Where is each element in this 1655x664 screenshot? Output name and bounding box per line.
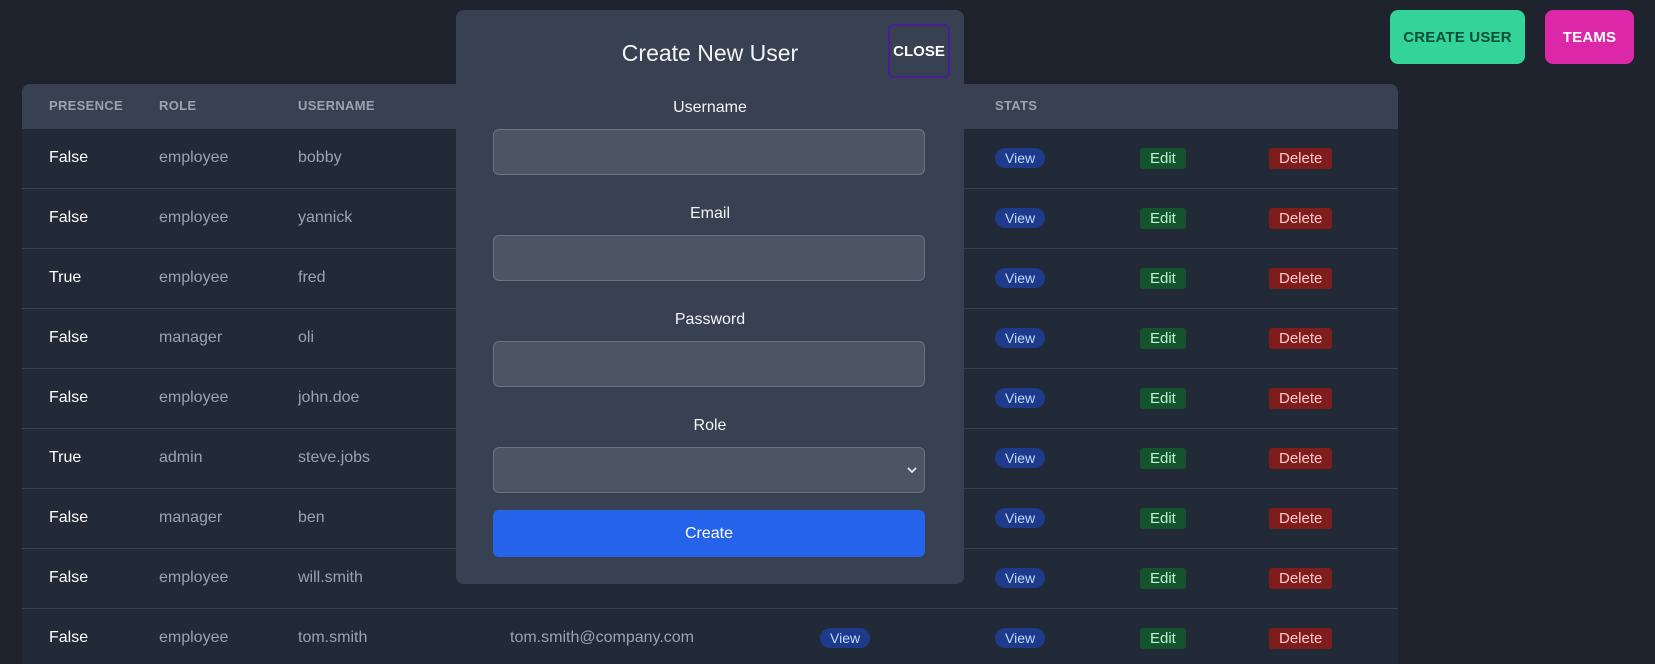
edit-button[interactable]: Edit [1140, 207, 1186, 229]
view-stats-button[interactable]: View [995, 568, 1046, 588]
role-cell: employee [159, 209, 229, 226]
edit-cell: Edit [1140, 248, 1269, 308]
stats-cell: View [995, 428, 1140, 488]
view-stats-button[interactable]: View [995, 388, 1046, 408]
edit-button[interactable]: Edit [1140, 267, 1186, 289]
delete-cell: Delete [1269, 368, 1398, 428]
username-label: Username [673, 99, 747, 116]
edit-button[interactable]: Edit [1140, 567, 1186, 589]
view-stats-button[interactable]: View [995, 148, 1046, 168]
role-select[interactable] [493, 447, 925, 493]
role-cell: manager [159, 329, 223, 346]
delete-button[interactable]: Delete [1269, 387, 1333, 409]
edit-cell: Edit [1140, 548, 1269, 608]
presence-cell: True [49, 269, 82, 286]
delete-button[interactable]: Delete [1269, 447, 1333, 469]
delete-cell: Delete [1269, 428, 1398, 488]
edit-button[interactable]: Edit [1140, 387, 1186, 409]
delete-cell: Delete [1269, 248, 1398, 308]
column-header-presence: PRESENCE [49, 98, 123, 114]
delete-button[interactable]: Delete [1269, 327, 1333, 349]
delete-button[interactable]: Delete [1269, 207, 1333, 229]
stats-cell: View [995, 188, 1140, 248]
edit-cell: Edit [1140, 188, 1269, 248]
edit-button[interactable]: Edit [1140, 627, 1186, 649]
edit-button[interactable]: Edit [1140, 327, 1186, 349]
delete-cell: Delete [1269, 128, 1398, 188]
presence-cell: False [49, 209, 89, 226]
column-header-stats: STATS [995, 98, 1038, 114]
stats-cell: View [995, 548, 1140, 608]
username-field[interactable] [493, 129, 925, 175]
delete-button[interactable]: Delete [1269, 567, 1333, 589]
delete-cell: Delete [1269, 308, 1398, 368]
edit-cell: Edit [1140, 128, 1269, 188]
password-label: Password [674, 311, 746, 328]
edit-button[interactable]: Edit [1140, 507, 1186, 529]
edit-cell: Edit [1140, 368, 1269, 428]
delete-button[interactable]: Delete [1269, 507, 1333, 529]
view-details-button[interactable]: View [820, 628, 871, 649]
column-header-edit [1140, 84, 1269, 128]
role-cell: manager [159, 509, 223, 526]
teams-button[interactable]: TEAMS [1545, 10, 1634, 64]
view-stats-button[interactable]: View [995, 448, 1046, 468]
column-header-delete [1269, 84, 1398, 128]
presence-cell: False [49, 389, 89, 406]
create-user-button[interactable]: CREATE USER [1390, 10, 1525, 64]
role-label: Role [693, 417, 727, 434]
create-submit-button[interactable]: Create [493, 510, 925, 557]
role-cell: employee [159, 569, 229, 586]
role-cell: employee [159, 389, 229, 406]
close-button[interactable]: CLOSE [888, 24, 950, 78]
password-field[interactable] [493, 341, 925, 387]
presence-cell: False [49, 329, 89, 346]
view-stats-button[interactable]: View [995, 268, 1046, 288]
presence-cell: False [49, 509, 89, 526]
stats-cell: View [995, 368, 1140, 428]
view-stats-button[interactable]: View [995, 628, 1046, 649]
edit-cell: Edit [1140, 308, 1269, 368]
delete-cell: Delete [1269, 488, 1398, 548]
role-cell: employee [159, 269, 229, 286]
column-header-role: ROLE [159, 98, 197, 114]
edit-button[interactable]: Edit [1140, 447, 1186, 469]
delete-button[interactable]: Delete [1269, 147, 1333, 169]
stats-cell: View [995, 128, 1140, 188]
email-label: Email [689, 205, 730, 222]
presence-cell: False [49, 569, 89, 586]
edit-button[interactable]: Edit [1140, 147, 1186, 169]
create-user-modal: Create New User CLOSE Username Email Pas… [456, 10, 964, 584]
role-cell: employee [159, 149, 229, 166]
presence-cell: False [49, 149, 89, 166]
stats-cell: View [995, 488, 1140, 548]
delete-cell: Delete [1269, 188, 1398, 248]
presence-cell: True [49, 449, 82, 466]
view-stats-button[interactable]: View [995, 508, 1046, 528]
delete-cell: Delete [1269, 548, 1398, 608]
view-stats-button[interactable]: View [995, 208, 1046, 228]
email-field[interactable] [493, 235, 925, 281]
edit-cell: Edit [1140, 428, 1269, 488]
stats-cell: View [995, 308, 1140, 368]
delete-button[interactable]: Delete [1269, 627, 1333, 649]
role-cell: admin [159, 449, 203, 466]
stats-cell: View [995, 248, 1140, 308]
delete-button[interactable]: Delete [1269, 267, 1333, 289]
view-stats-button[interactable]: View [995, 328, 1046, 348]
edit-cell: Edit [1140, 488, 1269, 548]
